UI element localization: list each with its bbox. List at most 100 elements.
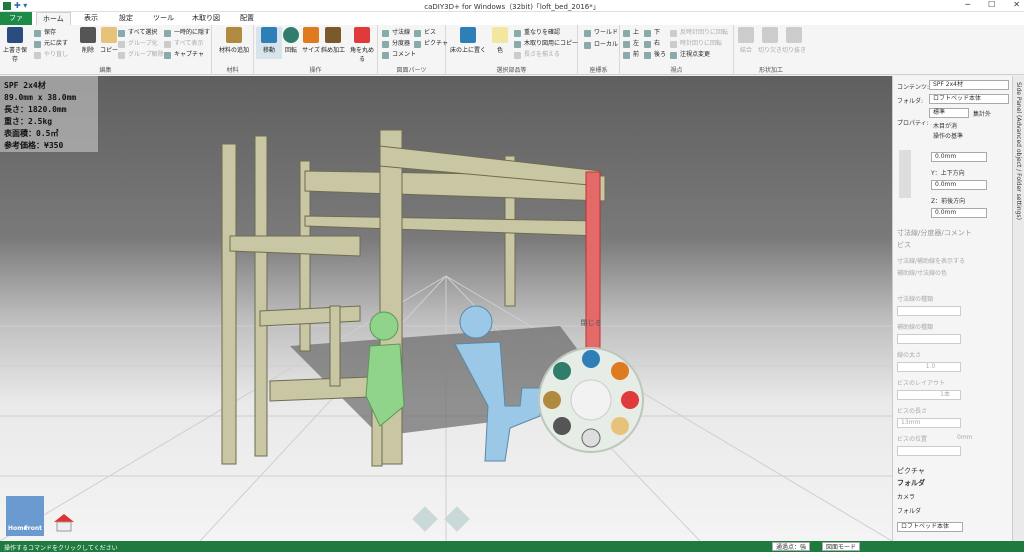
round-corner-icon (354, 27, 370, 43)
ladder-left-rail (221, 143, 237, 465)
title-bar: ✚ ▾ caDIY3D+ for Windows（32bit)「loft_bed… (0, 0, 1024, 12)
mode-select[interactable]: 図面モード (822, 542, 861, 551)
screw-length-label: ビスの長さ (897, 408, 928, 415)
show-dims-checkbox[interactable]: 寸法線/補助線を表示する (897, 256, 965, 265)
selected-post (585, 171, 601, 373)
screw-layout-select[interactable]: 1本 (897, 390, 961, 400)
cutout-button[interactable]: 切り抜き (782, 27, 806, 59)
maximize-icon[interactable]: ☐ (988, 0, 995, 9)
radial-trash-icon (553, 417, 571, 435)
picture-button[interactable]: ピクチャ (414, 39, 448, 49)
tab-file[interactable]: ファイル (0, 12, 32, 35)
tab-settings[interactable]: 設定 (113, 12, 139, 25)
snap-select[interactable]: 通過点：強 (772, 542, 811, 551)
aux-type-select[interactable] (897, 334, 961, 344)
join-icon (738, 27, 754, 43)
folder-select[interactable]: ロフトベッド本体 (929, 94, 1009, 104)
divider-button[interactable]: 分度器 (382, 39, 410, 49)
side-panel-title: Side Panel (Advanced object / Folder set… (1015, 82, 1022, 220)
world-radio[interactable]: ワールド (584, 28, 618, 38)
view-front-button[interactable]: 前 (623, 50, 639, 60)
color-button[interactable]: 色 (490, 27, 510, 59)
radial-face-icon (581, 428, 601, 448)
cut-icon (762, 27, 778, 43)
radial-close-button[interactable]: 閉じる (571, 318, 611, 328)
ribbon-tabs: ファイル ホーム 表示 設定 ツール 木取り図 配置 (0, 12, 1024, 35)
wood-grain-checkbox[interactable]: 木目が消 (933, 121, 957, 130)
select-all-button[interactable]: すべて選択 (118, 28, 157, 38)
radial-menu[interactable] (538, 347, 644, 453)
dim-section-header[interactable]: 寸法線/分度器/コメント (897, 228, 972, 238)
x-input[interactable]: 0.0mm (931, 152, 987, 162)
tab-cut-diagram[interactable]: 木取り図 (186, 12, 226, 25)
view-bottom-button[interactable]: 下 (644, 28, 660, 38)
hide-temp-button[interactable]: 一時的に隠す (164, 28, 210, 38)
floppy-icon (7, 27, 23, 43)
op-base-checkbox[interactable]: 操作の基準 (933, 131, 963, 140)
comment-button[interactable]: コメント (382, 50, 416, 60)
cut-button[interactable]: 切り欠き (758, 27, 782, 59)
tab-tools[interactable]: ツール (147, 12, 180, 25)
screw-button[interactable]: ビス (414, 28, 436, 38)
radial-round-icon (621, 391, 639, 409)
view-back-button[interactable]: 後ろ (644, 50, 666, 60)
folder-item[interactable]: ロフトベッド本体 (897, 522, 963, 532)
place-on-floor-button[interactable]: 床の上に置く (448, 27, 488, 59)
join-button[interactable]: 結合 (736, 27, 756, 59)
add-material-button[interactable]: 材料の追加 (216, 27, 252, 59)
view-left-button[interactable]: 左 (623, 39, 639, 49)
home-view-icon[interactable] (52, 512, 76, 532)
align-length-button[interactable]: 長さを揃える (514, 50, 560, 60)
dimension-button[interactable]: 寸法線 (382, 28, 410, 38)
tab-layout[interactable]: 配置 (234, 12, 260, 25)
close-icon[interactable]: ✕ (1013, 0, 1020, 9)
show-all-button[interactable]: すべて表示 (164, 39, 203, 49)
group-label-material: 材料 (226, 67, 239, 74)
content-field[interactable]: SPF 2x4材 (929, 80, 1009, 90)
tab-home[interactable]: ホーム (36, 12, 71, 25)
style-select[interactable]: 標準 (929, 108, 969, 118)
view-right-button[interactable]: 右 (644, 39, 660, 49)
check-overlap-button[interactable]: 重なりを確認 (514, 28, 560, 38)
aux-type-label: 補助線の種類 (897, 324, 934, 331)
change-focus-button[interactable]: 注視点変更 (670, 50, 710, 60)
capture-button[interactable]: キャプチャ (164, 50, 204, 60)
round-corner-button[interactable]: 角を丸める (348, 27, 376, 63)
3d-viewport[interactable]: SPF 2x4材 89.0mm x 38.0mm 長さ：1820.0mm 重さ：… (0, 76, 892, 541)
minimize-icon[interactable]: ─ (965, 0, 970, 9)
screw-pos-slider[interactable] (897, 446, 961, 456)
local-radio[interactable]: ローカル (584, 40, 618, 50)
side-panel-tab[interactable]: Side Panel (Advanced object / Folder set… (1012, 76, 1024, 541)
group-button[interactable]: グループ化 (118, 39, 158, 49)
ungroup-button[interactable]: グループ解除 (118, 50, 164, 60)
oblique-button[interactable]: 斜め加工 (318, 27, 348, 59)
folder-section-header[interactable]: フォルダ (897, 478, 925, 488)
redo-button[interactable]: やり直し (34, 50, 68, 60)
radial-move-icon (582, 350, 600, 368)
pan-arrows[interactable] (412, 506, 470, 532)
group-view: 上 下 左 右 前 後ろ 反時計回りに回転 時計回りに回転 注視点変更 視点 (620, 25, 734, 75)
radial-copy-icon (611, 417, 629, 435)
move-icon (261, 27, 277, 43)
line-width-select[interactable]: 1.0 (897, 362, 961, 372)
nav-cube[interactable]: Home Front (6, 496, 44, 536)
save-overwrite-button[interactable]: 上書き保存 (2, 27, 28, 63)
picture-section-header[interactable]: ピクチャ (897, 466, 925, 476)
rotate-cw-button[interactable]: 時計回りに回転 (670, 39, 722, 49)
tab-view[interactable]: 表示 (78, 12, 104, 25)
move-tools-icon[interactable] (899, 150, 911, 198)
copy-wood-button[interactable]: 木取り図用にコピー (514, 39, 578, 49)
y-input[interactable]: 0.0mm (931, 180, 987, 190)
save-button[interactable]: 保存 (34, 28, 56, 38)
undo-button[interactable]: 元に戻す (34, 39, 68, 49)
screw-section-header[interactable]: ビス (897, 240, 911, 250)
view-top-button[interactable]: 上 (623, 28, 639, 38)
screw-length-select[interactable]: 13mm (897, 418, 961, 428)
camera-label: カメラ (897, 494, 916, 501)
rotate-ccw-button[interactable]: 反時計回りに回転 (670, 28, 728, 38)
oblique-cut-icon (325, 27, 341, 43)
group-label-edit: 編集 (99, 67, 112, 74)
z-input[interactable]: 0.0mm (931, 208, 987, 218)
not-counted-checkbox[interactable]: 集計外 (973, 109, 991, 118)
dim-type-select[interactable] (897, 306, 961, 316)
